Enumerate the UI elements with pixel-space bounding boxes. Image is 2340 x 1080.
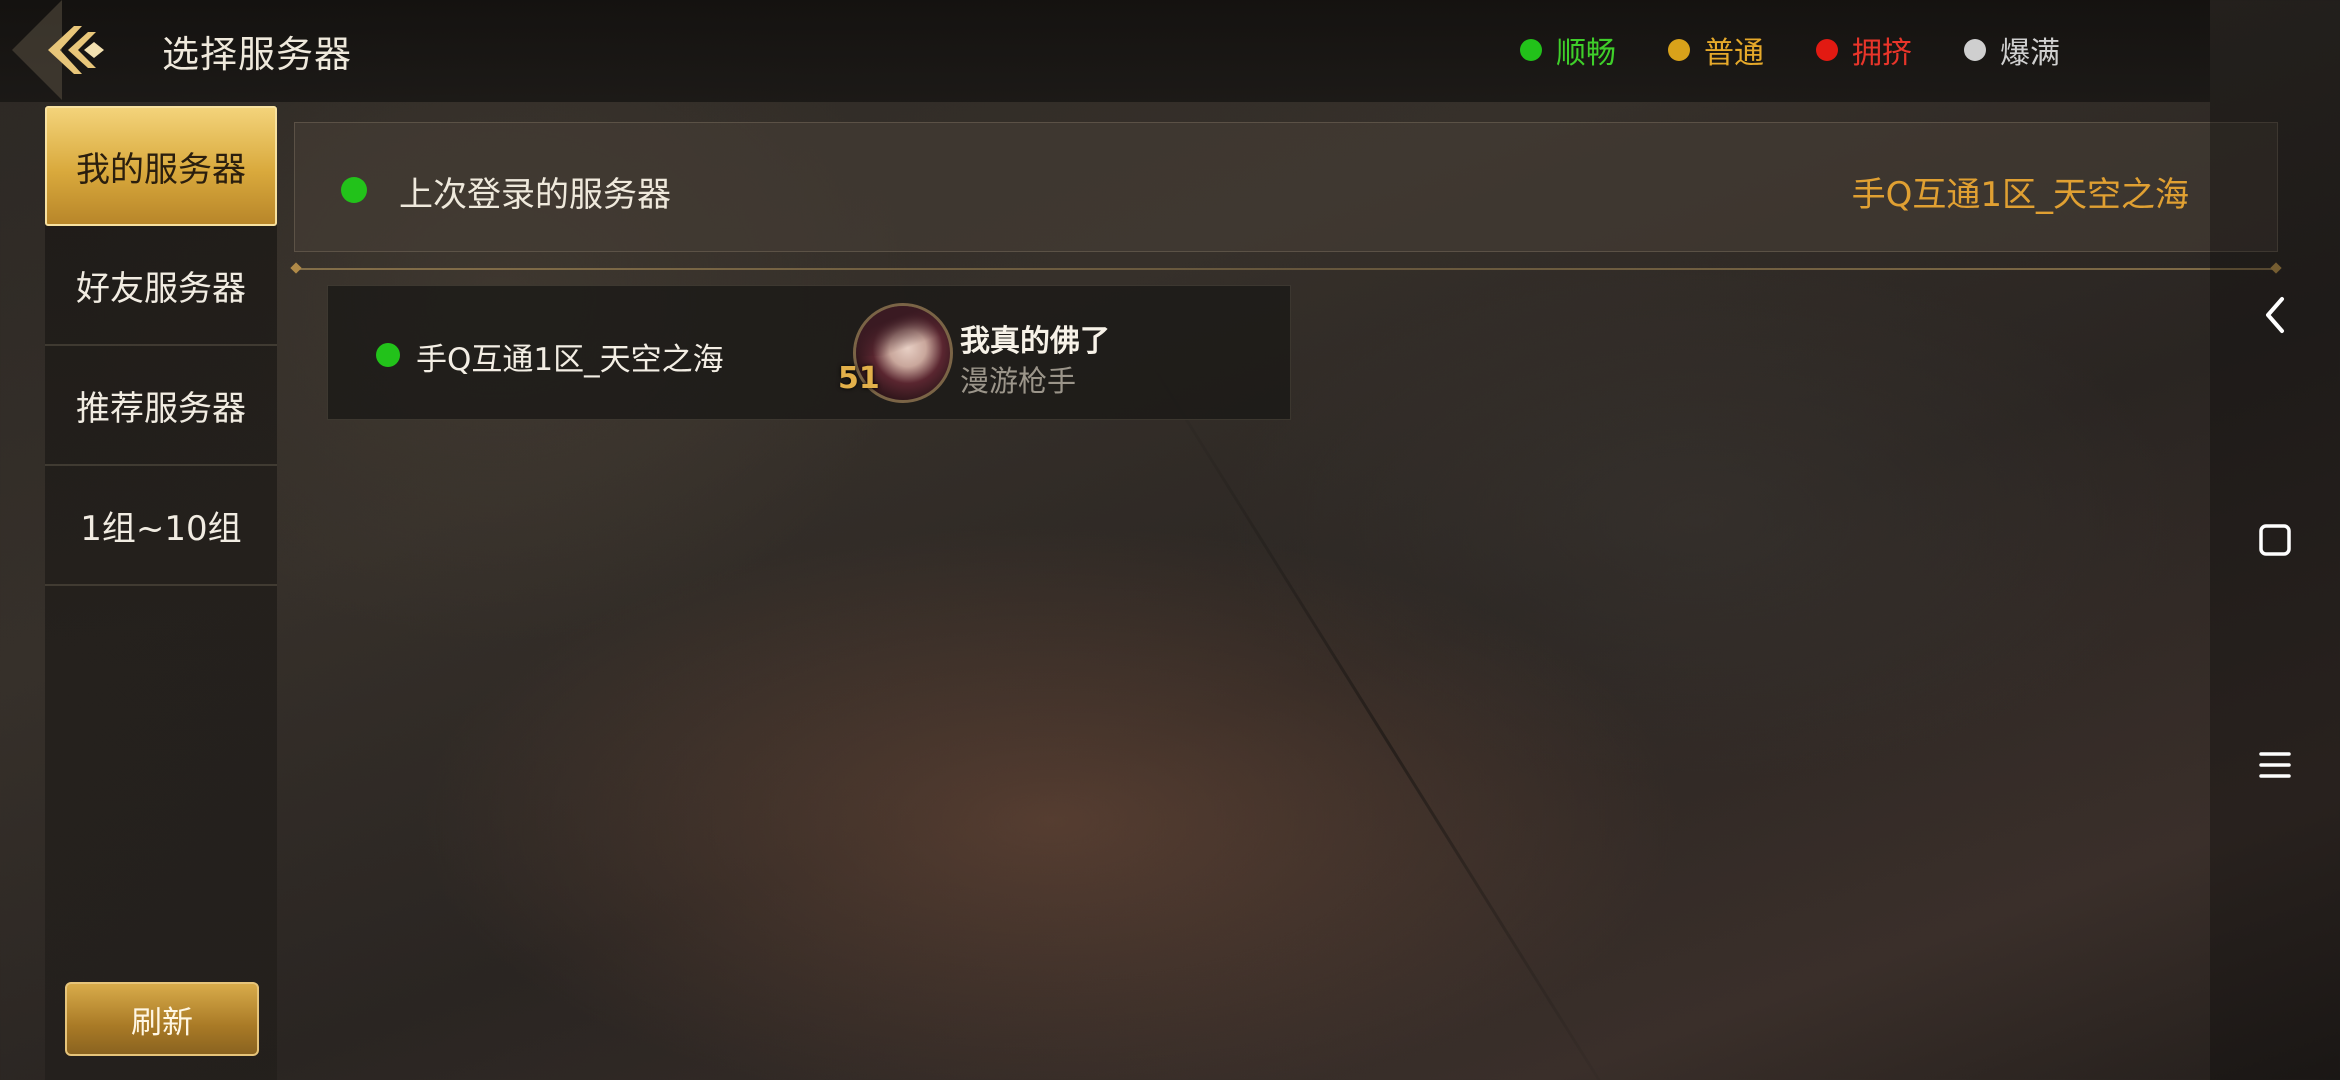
server-status-dot bbox=[376, 343, 400, 367]
top-bar: 选择服务器 顺畅 普通 拥挤 爆满 bbox=[0, 0, 2210, 102]
smooth-status-dot bbox=[1520, 39, 1542, 61]
back-icon bbox=[2266, 297, 2284, 333]
legend-normal: 普通 bbox=[1668, 28, 1764, 72]
legend-label: 拥挤 bbox=[1852, 36, 1912, 71]
legend-label: 爆满 bbox=[2000, 36, 2060, 71]
system-home-button[interactable] bbox=[2245, 510, 2305, 570]
section-divider bbox=[290, 262, 2282, 274]
sidebar-item-recommended-servers[interactable]: 推荐服务器 bbox=[45, 346, 277, 466]
legend-smooth: 顺畅 bbox=[1520, 28, 1616, 72]
background-streak bbox=[1148, 360, 1629, 1080]
system-back-button[interactable] bbox=[2245, 285, 2305, 345]
back-arrow-icon bbox=[48, 26, 104, 74]
page-title: 选择服务器 bbox=[162, 33, 352, 76]
server-name: 手Q互通1区_天空之海 bbox=[416, 342, 724, 378]
character-class: 漫游枪手 bbox=[960, 364, 1077, 398]
legend-label: 顺畅 bbox=[1556, 36, 1616, 71]
sidebar-item-friend-servers[interactable]: 好友服务器 bbox=[45, 226, 277, 346]
avatar-hair bbox=[856, 306, 950, 356]
crowded-status-dot bbox=[1816, 39, 1838, 61]
last-login-label: 上次登录的服务器 bbox=[399, 175, 671, 215]
last-login-panel[interactable]: 上次登录的服务器 手Q互通1区_天空之海 bbox=[294, 122, 2278, 252]
server-card[interactable]: 手Q互通1区_天空之海 51 我真的佛了 漫游枪手 bbox=[327, 285, 1291, 420]
last-login-status-dot bbox=[341, 177, 367, 203]
home-icon bbox=[2259, 524, 2291, 556]
full-status-dot bbox=[1964, 39, 1986, 61]
legend-label: 普通 bbox=[1704, 36, 1764, 71]
sidebar-item-my-servers[interactable]: 我的服务器 bbox=[45, 106, 277, 226]
back-button[interactable] bbox=[0, 0, 150, 100]
normal-status-dot bbox=[1668, 39, 1690, 61]
last-login-server-name: 手Q互通1区_天空之海 bbox=[1851, 175, 2189, 215]
server-category-sidebar: 我的服务器 好友服务器 推荐服务器 1组~10组 bbox=[45, 106, 277, 1080]
system-nav-bar bbox=[2210, 0, 2340, 1080]
legend-crowded: 拥挤 bbox=[1816, 28, 1912, 72]
legend-full: 爆满 bbox=[1964, 28, 2060, 72]
status-legend: 顺畅 普通 拥挤 爆满 bbox=[1520, 28, 2060, 72]
character-name: 我真的佛了 bbox=[960, 324, 1110, 359]
divider-cap bbox=[290, 262, 302, 274]
menu-icon bbox=[2259, 752, 2291, 778]
sidebar-item-groups[interactable]: 1组~10组 bbox=[45, 466, 277, 586]
refresh-button[interactable]: 刷新 bbox=[65, 982, 259, 1056]
system-menu-button[interactable] bbox=[2245, 735, 2305, 795]
character-level-badge: 51 bbox=[838, 361, 880, 396]
